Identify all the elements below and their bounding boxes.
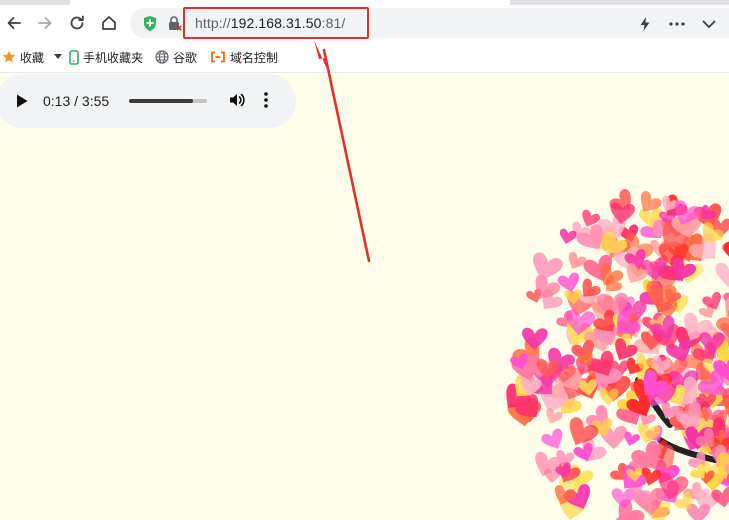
bookmark-label: 谷歌	[173, 50, 198, 65]
bookmark-label: 手机收藏夹	[83, 50, 144, 65]
home-button[interactable]	[97, 11, 121, 35]
forward-icon	[38, 17, 52, 29]
bookmark-favorites[interactable]: 收藏	[2, 48, 44, 66]
forward-button[interactable]	[33, 11, 57, 35]
lock-icon	[169, 16, 182, 31]
heart-shape	[568, 251, 587, 270]
home-icon	[102, 16, 116, 30]
browser-toolbar: http://192.168.31.50:81/	[0, 5, 729, 41]
url-text[interactable]: http://192.168.31.50:81/	[195, 15, 345, 31]
url-highlight-box: http://192.168.31.50:81/	[183, 7, 369, 39]
reload-icon	[70, 15, 84, 30]
url-suffix: :81/	[321, 15, 346, 31]
bookmark-folder-toggle[interactable]	[54, 48, 62, 66]
heart-shape	[546, 407, 563, 424]
bookmark-label: 域名控制	[230, 50, 279, 65]
shield-icon	[144, 16, 156, 31]
chevron-down-icon	[702, 20, 716, 28]
domain-icon	[211, 51, 225, 63]
address-bar[interactable]: http://192.168.31.50:81/	[130, 7, 729, 39]
bookmark-label: 收藏	[20, 50, 45, 65]
reload-button[interactable]	[65, 11, 89, 35]
volume-icon[interactable]	[228, 91, 246, 109]
bookmarks-bar: 收藏 手机收藏夹 谷歌 域名控制	[0, 41, 729, 73]
audio-player: 0:13 / 3:55	[0, 74, 296, 128]
heart-shape	[611, 488, 636, 510]
back-button[interactable]	[2, 11, 26, 35]
audio-seek-progress	[129, 99, 193, 103]
bookmark-domain[interactable]: 域名控制	[210, 48, 278, 66]
url-scheme: http://	[195, 15, 231, 31]
more-button[interactable]	[665, 14, 689, 34]
dropdown-button[interactable]	[697, 14, 721, 34]
phone-icon	[69, 49, 79, 65]
back-icon	[7, 17, 21, 29]
url-host: 192.168.31.50	[230, 15, 322, 31]
audio-seek-bar[interactable]	[129, 99, 207, 103]
caret-down-icon	[54, 54, 62, 59]
lightning-icon	[640, 17, 650, 31]
bookmark-google[interactable]: 谷歌	[155, 48, 197, 66]
heart-shape	[541, 428, 563, 450]
globe-icon	[155, 50, 169, 64]
audio-more-icon[interactable]	[264, 91, 268, 109]
lightning-button[interactable]	[633, 14, 657, 34]
play-icon[interactable]	[15, 93, 29, 109]
heart-tree-graphic	[506, 188, 729, 520]
star-icon	[2, 50, 16, 63]
heart-shape	[715, 262, 729, 288]
more-icon	[669, 22, 685, 26]
bookmark-mobile[interactable]: 手机收藏夹	[69, 48, 143, 66]
audio-time: 0:13 / 3:55	[43, 93, 110, 109]
